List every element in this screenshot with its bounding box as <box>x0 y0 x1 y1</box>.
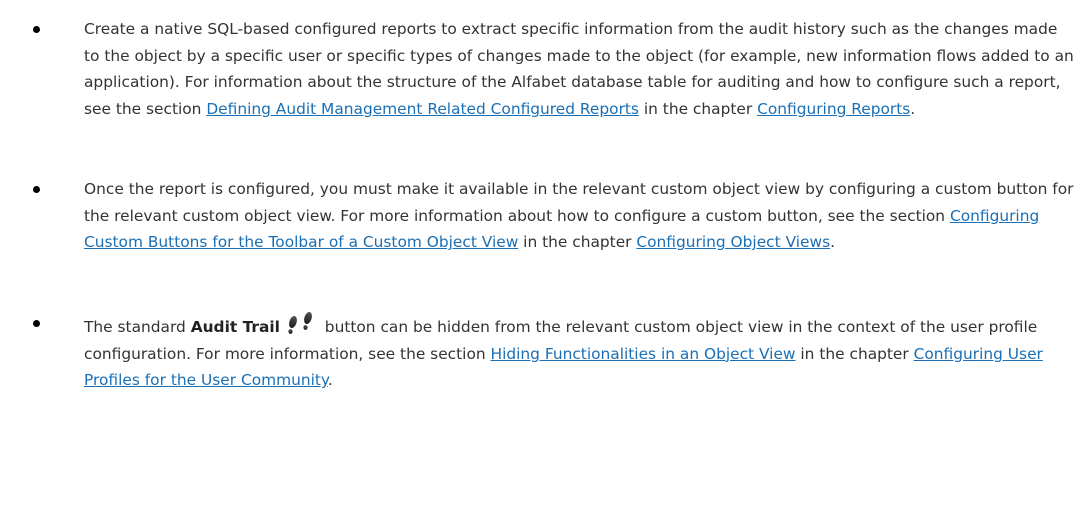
text-segment: . <box>327 371 333 390</box>
bullet-dot <box>33 320 40 327</box>
list-item-text: Once the report is configured, you must … <box>84 176 1074 256</box>
list-item-text: The standard Audit Trail button can be h… <box>84 310 1074 394</box>
text-segment: . <box>830 233 836 252</box>
audit-trail-label: Audit Trail <box>190 318 280 336</box>
text-segment: in the chapter <box>518 233 637 252</box>
text-segment: in the chapter <box>795 344 914 363</box>
link-configuring-object-views[interactable]: Configuring Object Views <box>636 233 830 251</box>
text-segment: in the chapter <box>638 100 758 119</box>
text-segment: . <box>910 100 916 119</box>
list-item-text: Create a native SQL-based configured rep… <box>84 16 1074 123</box>
text-segment: The standard <box>84 318 191 336</box>
bullet-dot <box>33 186 40 193</box>
link-defining-audit-management-reports[interactable]: Defining Audit Management Related Config… <box>206 100 639 118</box>
footprints-icon <box>288 311 312 334</box>
text-segment: Once the report is configured, you must … <box>84 180 1074 225</box>
link-hiding-functionalities[interactable]: Hiding Functionalities in an Object View <box>491 345 796 363</box>
bullet-dot <box>33 26 40 33</box>
link-configuring-reports[interactable]: Configuring Reports <box>757 100 910 118</box>
